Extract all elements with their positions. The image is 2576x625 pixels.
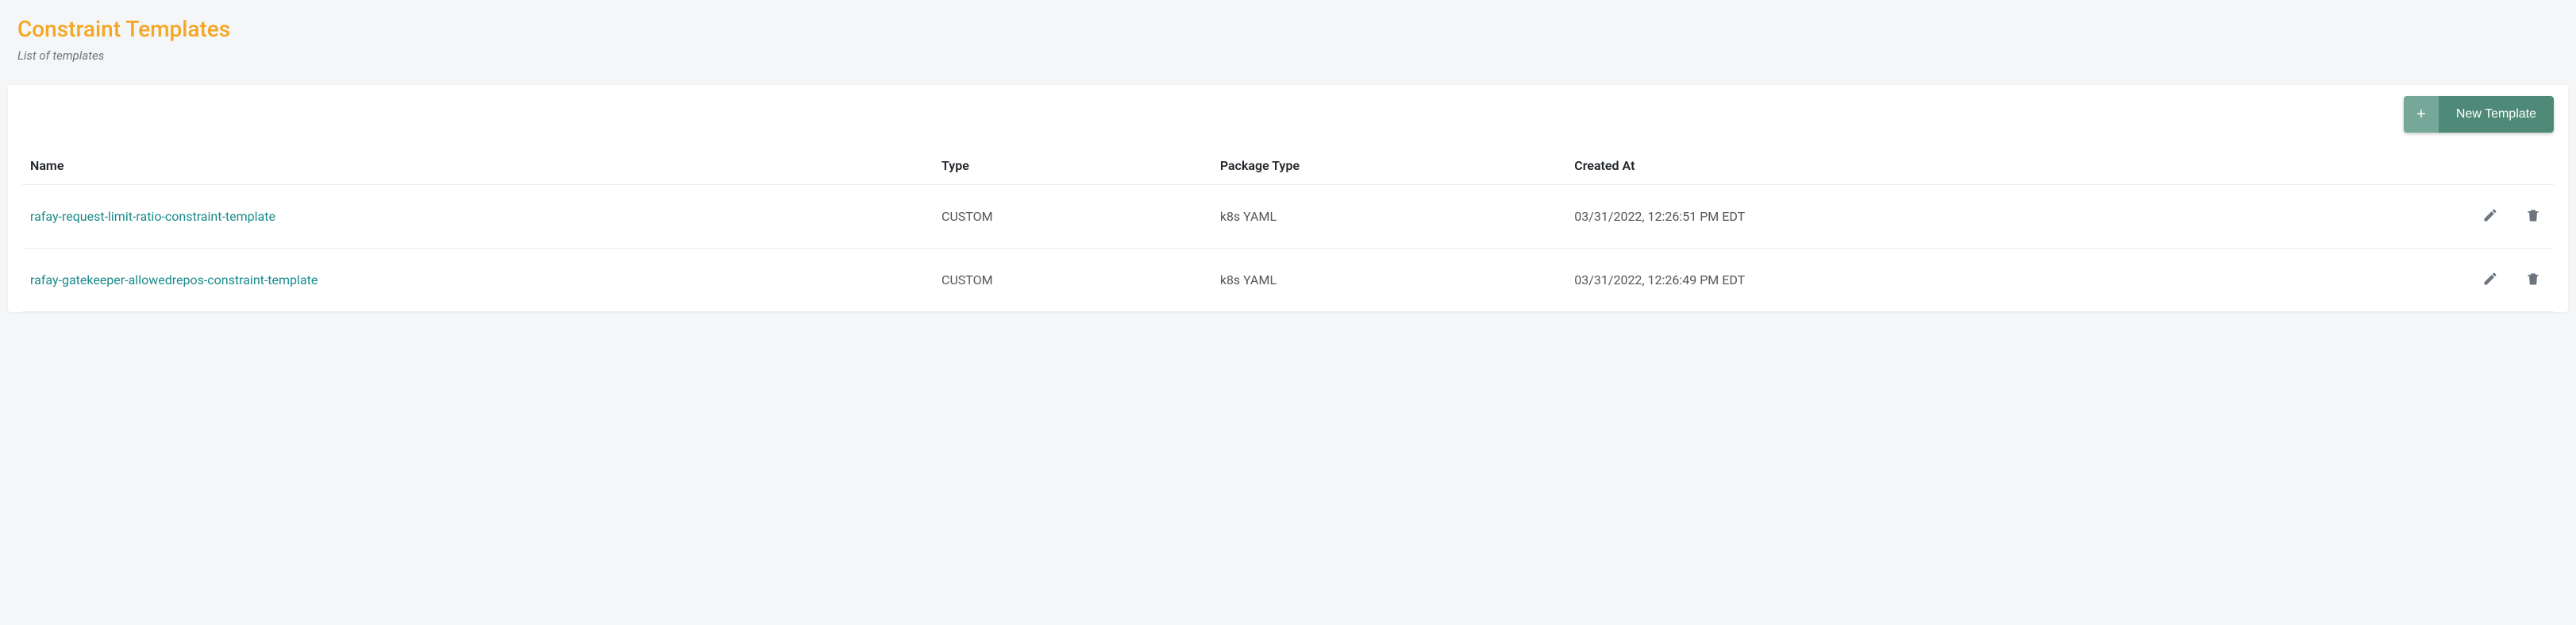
template-type: CUSTOM (934, 249, 1212, 312)
template-package-type: k8s YAML (1212, 249, 1566, 312)
toolbar: + New Template (22, 96, 2554, 133)
template-package-type: k8s YAML (1212, 185, 1566, 249)
template-created-at: 03/31/2022, 12:26:51 PM EDT (1566, 185, 2326, 249)
templates-table: Name Type Package Type Created At rafay-… (22, 147, 2554, 312)
page-subtitle: List of templates (8, 48, 2568, 63)
edit-button[interactable] (2478, 266, 2503, 294)
table-row: rafay-request-limit-ratio-constraint-tem… (22, 185, 2554, 249)
col-header-type: Type (934, 147, 1212, 185)
table-row: rafay-gatekeeper-allowedrepos-constraint… (22, 249, 2554, 312)
trash-icon (2525, 271, 2541, 289)
template-name-link[interactable]: rafay-gatekeeper-allowedrepos-constraint… (30, 272, 318, 287)
trash-icon (2525, 207, 2541, 226)
template-name-link[interactable]: rafay-request-limit-ratio-constraint-tem… (30, 209, 275, 224)
template-created-at: 03/31/2022, 12:26:49 PM EDT (1566, 249, 2326, 312)
delete-button[interactable] (2520, 203, 2546, 230)
col-header-created-at: Created At (1566, 147, 2326, 185)
page-title: Constraint Templates (8, 16, 2568, 42)
delete-button[interactable] (2520, 266, 2546, 294)
pencil-icon (2482, 207, 2498, 226)
pencil-icon (2482, 271, 2498, 289)
edit-button[interactable] (2478, 203, 2503, 230)
col-header-package-type: Package Type (1212, 147, 1566, 185)
col-header-actions (2326, 147, 2554, 185)
new-template-label: New Template (2439, 96, 2554, 133)
plus-icon: + (2404, 96, 2439, 133)
table-header-row: Name Type Package Type Created At (22, 147, 2554, 185)
template-type: CUSTOM (934, 185, 1212, 249)
new-template-button[interactable]: + New Template (2404, 96, 2554, 133)
templates-card: + New Template Name Type Package Type Cr… (8, 85, 2568, 312)
col-header-name: Name (22, 147, 934, 185)
